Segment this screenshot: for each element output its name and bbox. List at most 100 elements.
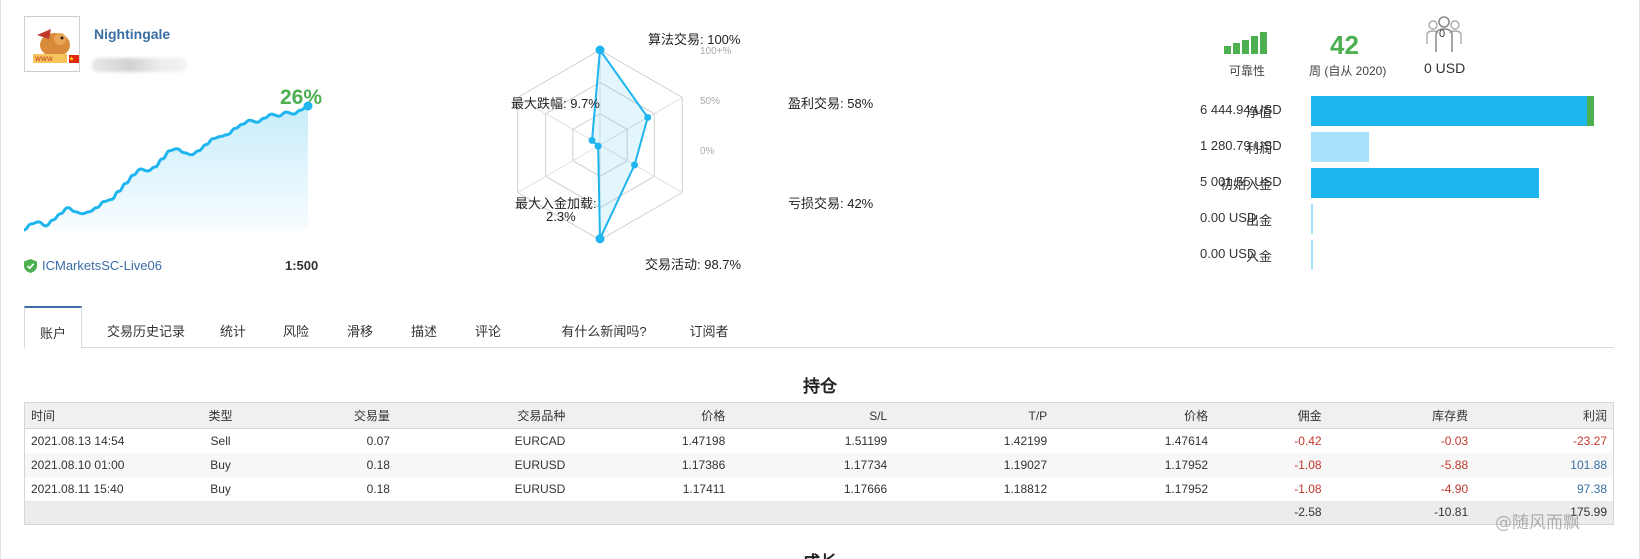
col-symbol[interactable]: 交易品种 (395, 402, 572, 429)
col-sl[interactable]: S/L (731, 402, 894, 429)
tab-subscribers[interactable]: 订阅者 (684, 306, 734, 348)
col-tp[interactable]: T/P (893, 402, 1054, 429)
broker-link[interactable]: ICMarketsSC-Live06 (24, 258, 162, 273)
avatar[interactable]: WWW (24, 16, 80, 72)
watermark: @随风而飘 (1495, 513, 1580, 533)
radar-point-algo (595, 45, 605, 55)
cell-profit: -23.27 (1572, 433, 1607, 448)
radar-point-profit (644, 113, 652, 121)
cell-symbol: EURCAD (514, 433, 566, 448)
total-empty-cell (261, 500, 396, 525)
balance-row: 出金 0.00 USD (1100, 202, 1620, 234)
radar-tick-100: 100+% (700, 46, 732, 57)
radar-point-load (594, 142, 602, 150)
tab-account[interactable]: 账户 (24, 306, 82, 349)
table-row: 2021.08.10 01:00 Buy 0.18 EURUSD 1.17386 1.17… (24, 452, 1614, 477)
radar-point-loss (631, 161, 639, 169)
reliability-label: 可靠性 (1229, 64, 1266, 78)
growth-chart (23, 101, 313, 232)
radar-point-drawdown (588, 136, 596, 144)
total-commission: -2.58 (1214, 500, 1328, 525)
cell-price-open: 1.17411 (682, 481, 726, 496)
total-empty-cell (395, 500, 572, 525)
cell-sl: 1.17734 (731, 452, 894, 477)
cell-profit: 101.88 (1474, 452, 1614, 477)
radar-label-profit: 盈利交易: 58% (788, 96, 874, 111)
tab-reviews[interactable]: 评论 (468, 306, 508, 348)
total-empty-cell (893, 500, 1054, 525)
total-swap: -10.81 (1327, 500, 1475, 525)
total-empty-cell (731, 500, 894, 525)
cell-type: Sell (210, 433, 231, 448)
balance-row: 利润 1 280.79 USD (1100, 130, 1620, 162)
tab-statistics[interactable]: 统计 (212, 306, 254, 348)
cell-time: 2021.08.11 15:40 (31, 481, 124, 496)
cell-price-current: 1.17952 (1164, 481, 1209, 496)
cell-tp: 1.19027 (893, 452, 1054, 477)
cell-swap: -5.88 (1327, 452, 1475, 477)
col-commission[interactable]: 佣金 (1214, 402, 1328, 429)
radar-tick-50: 50% (700, 96, 721, 107)
cell-volume: 0.07 (366, 433, 390, 448)
col-profit[interactable]: 利润 (1474, 402, 1614, 429)
svg-text:WWW: WWW (35, 56, 53, 63)
radar-point-activity (595, 234, 605, 244)
cell-time: 2021.08.10 01:00 (24, 452, 180, 477)
cell-price-current: 1.17952 (1053, 452, 1215, 477)
cell-price-current: 1.47614 (1164, 433, 1209, 448)
col-type[interactable]: 类型 (179, 402, 262, 429)
subscribers-usd: 0 USD (1424, 60, 1466, 76)
cell-swap: -4.90 (1440, 481, 1469, 496)
cell-symbol: EURUSD (395, 452, 572, 477)
provider-name[interactable]: Nightingale (94, 26, 170, 42)
col-time[interactable]: 时间 (24, 402, 180, 429)
cell-type: Buy (210, 481, 231, 496)
tab-description[interactable]: 描述 (404, 306, 444, 348)
col-price-current[interactable]: 价格 (1053, 402, 1215, 429)
positions-header-row: 时间 类型 交易量 交易品种 价格 S/L T/P 价格 佣金 库存费 利润 (24, 402, 1614, 429)
broker-server: ICMarketsSC-Live06 (42, 258, 162, 273)
growth-area (24, 106, 308, 230)
cell-volume: 0.18 (366, 481, 390, 496)
cell-time: 2021.08.13 14:54 (31, 433, 125, 448)
cell-sl: 1.17666 (843, 481, 888, 496)
radar-chart (517, 45, 683, 244)
tab-news[interactable]: 有什么新闻吗? (556, 306, 652, 348)
reliability-bar (1242, 40, 1249, 54)
subscribers-count: 0 (1439, 28, 1446, 40)
cell-type: Buy (179, 452, 262, 477)
total-empty-cell (24, 500, 180, 525)
tab-history[interactable]: 交易历史记录 (100, 306, 192, 348)
col-volume[interactable]: 交易量 (261, 402, 396, 429)
col-swap[interactable]: 库存费 (1327, 402, 1475, 429)
shield-check-icon (24, 258, 37, 273)
balance-row: 入金 0.00 USD (1100, 238, 1620, 270)
balance-value: 6 444.94 USD (1200, 102, 1282, 117)
cell-commission: -1.08 (1294, 481, 1322, 496)
reliability-bar (1233, 43, 1240, 54)
balance-bar-accent (1587, 96, 1595, 126)
col-price-open[interactable]: 价格 (571, 402, 732, 429)
total-empty-cell (179, 500, 262, 525)
leverage: 1:500 (285, 258, 319, 273)
reliability-bars-icon (1224, 32, 1267, 54)
cell-tp: 1.18812 (1003, 481, 1048, 496)
radar-label-activity: 交易活动: 98.7% (645, 257, 742, 272)
positions-title: 持仓 (803, 377, 837, 396)
table-row: 2021.08.11 15:40 Buy 0.18 EURUSD 1.17411 1.17… (25, 477, 1614, 501)
tab-slippage[interactable]: 滑移 (340, 306, 380, 348)
tab-risks[interactable]: 风险 (276, 306, 316, 348)
balance-row: 净值 6 444.94 USD (1100, 94, 1620, 126)
reliability-bar (1251, 36, 1258, 54)
cell-commission: -1.08 (1214, 452, 1328, 477)
growth-endpoint (303, 101, 313, 111)
totals-row: -2.58 -10.81 175.99 (24, 500, 1614, 525)
cell-swap: -0.03 (1440, 433, 1469, 448)
cell-price-open: 1.17386 (571, 452, 732, 477)
cell-symbol: EURUSD (514, 481, 566, 496)
balance-bar (1311, 204, 1313, 234)
cell-sl: 1.51199 (844, 433, 888, 448)
total-empty-cell (571, 500, 732, 525)
balance-value: 5 001.55 USD (1200, 174, 1282, 189)
cell-volume: 0.18 (261, 452, 396, 477)
